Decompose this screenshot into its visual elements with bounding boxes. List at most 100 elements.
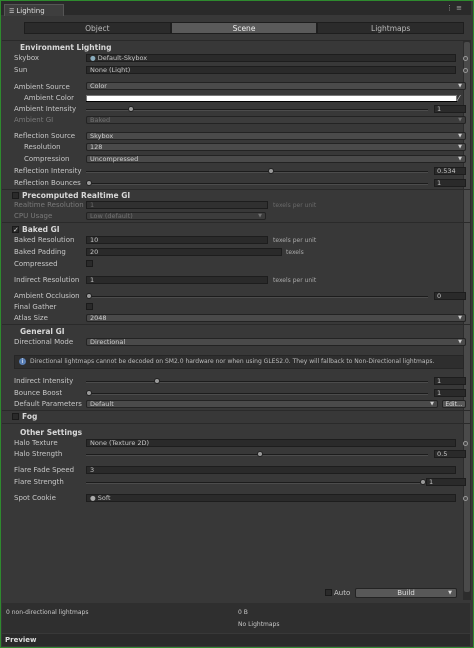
ambient-intensity-slider[interactable] [86, 109, 428, 111]
baked-resolution-unit: texels per unit [273, 237, 317, 244]
compressed-checkbox[interactable] [86, 260, 93, 267]
environment-lighting-heading: Environment Lighting [20, 43, 112, 52]
ambient-occlusion-label: Ambient Occlusion [14, 292, 80, 300]
tab-lightmaps[interactable]: Lightmaps [317, 22, 465, 34]
reflection-intensity-handle[interactable] [268, 168, 274, 174]
texture-icon: ● [90, 494, 98, 502]
compression-label: Compression [24, 155, 70, 163]
realtime-resolution-input[interactable]: 1 [86, 201, 268, 209]
object-picker-icon[interactable] [463, 68, 468, 73]
baked-padding-input[interactable]: 20 [86, 248, 282, 256]
ambient-source-label: Ambient Source [14, 83, 70, 91]
reflection-intensity-label: Reflection Intensity [14, 167, 82, 175]
divider [2, 324, 470, 325]
atlas-size-dropdown[interactable]: 2048 ▼ [86, 314, 466, 322]
cpu-usage-label: CPU Usage [14, 212, 53, 220]
realtime-resolution-label: Realtime Resolution [14, 201, 84, 209]
ambient-intensity-handle[interactable] [128, 106, 134, 112]
halo-strength-label: Halo Strength [14, 450, 63, 458]
final-gather-checkbox[interactable] [86, 303, 93, 310]
ambient-occlusion-slider[interactable] [86, 296, 428, 298]
resolution-label: Resolution [24, 143, 61, 151]
indirect-resolution-unit: texels per unit [273, 277, 317, 284]
tab-scene[interactable]: Scene [170, 22, 318, 34]
indirect-intensity-slider[interactable] [86, 381, 428, 383]
dropdown-arrow-icon: ▼ [458, 83, 462, 89]
reflection-source-dropdown[interactable]: Skybox ▼ [86, 132, 466, 140]
dropdown-arrow-icon: ▼ [458, 156, 462, 162]
baked-gi-heading: Baked GI [22, 225, 60, 234]
baked-resolution-input[interactable]: 10 [86, 236, 268, 244]
title-bar: ☰ Lighting ⋮≡ [1, 1, 471, 16]
object-picker-icon[interactable] [463, 56, 468, 61]
cpu-usage-dropdown[interactable]: Low (default) ▼ [86, 212, 266, 220]
flare-strength-slider[interactable] [86, 482, 420, 484]
ambient-source-dropdown[interactable]: Color ▼ [86, 82, 466, 90]
other-settings-heading: Other Settings [20, 428, 83, 437]
ambient-color-label: Ambient Color [24, 94, 74, 102]
ambient-gi-dropdown[interactable]: Baked ▼ [86, 116, 466, 124]
reflection-bounces-handle[interactable] [86, 180, 92, 186]
indirect-intensity-input[interactable]: 1 [434, 377, 466, 385]
material-icon: ● [90, 54, 98, 62]
reflection-bounces-slider[interactable] [86, 183, 428, 185]
fog-checkbox[interactable] [12, 413, 19, 420]
ambient-occlusion-input[interactable]: 0 [434, 292, 466, 300]
bounce-boost-input[interactable]: 1 [434, 389, 466, 397]
halo-strength-handle[interactable] [257, 451, 263, 457]
ambient-occlusion-handle[interactable] [86, 293, 92, 299]
bounce-boost-slider[interactable] [86, 393, 428, 395]
flare-fade-speed-label: Flare Fade Speed [14, 466, 75, 474]
halo-strength-input[interactable]: 0.5 [434, 450, 466, 458]
flare-fade-speed-input[interactable]: 3 [86, 466, 456, 474]
mode-toolbar: Object Scene Lightmaps [24, 22, 465, 34]
edit-button[interactable]: Edit... [442, 400, 466, 408]
indirect-resolution-label: Indirect Resolution [14, 276, 80, 284]
indirect-resolution-input[interactable]: 1 [86, 276, 268, 284]
indirect-intensity-handle[interactable] [154, 378, 160, 384]
dropdown-arrow-icon: ▼ [430, 401, 434, 407]
reflection-intensity-input[interactable]: 0.534 [434, 167, 466, 175]
default-parameters-dropdown[interactable]: Default ▼ [86, 400, 438, 408]
object-picker-icon[interactable] [463, 441, 468, 446]
divider [2, 40, 470, 41]
compressed-label: Compressed [14, 260, 58, 268]
baked-padding-label: Baked Padding [14, 248, 66, 256]
baked-gi-checkbox[interactable]: ✓ [12, 226, 19, 234]
build-button[interactable]: Build ▼ [355, 588, 457, 598]
lighting-tab[interactable]: ☰ Lighting [4, 4, 64, 16]
no-lightmaps-text: No Lightmaps [238, 621, 280, 628]
directional-mode-dropdown[interactable]: Directional ▼ [86, 338, 466, 346]
spot-cookie-field[interactable]: ● Soft [86, 494, 456, 502]
directional-mode-label: Directional Mode [14, 338, 74, 346]
bounce-boost-label: Bounce Boost [14, 389, 63, 397]
ambient-intensity-input[interactable]: 1 [434, 105, 466, 113]
sun-field[interactable]: None (Light) [86, 66, 456, 74]
spot-cookie-label: Spot Cookie [14, 494, 56, 502]
lightmap-size: 0 B [238, 609, 248, 616]
bounce-boost-handle[interactable] [86, 390, 92, 396]
compression-dropdown[interactable]: Uncompressed ▼ [86, 155, 466, 163]
flare-strength-label: Flare Strength [14, 478, 64, 486]
halo-texture-field[interactable]: None (Texture 2D) [86, 439, 456, 447]
dropdown-arrow-icon: ▼ [258, 213, 262, 219]
eyedropper-icon[interactable]: ⁄ [458, 94, 459, 103]
resolution-dropdown[interactable]: 128 ▼ [86, 143, 466, 151]
sun-label: Sun [14, 66, 28, 74]
realtime-resolution-unit: texels per unit [273, 202, 317, 209]
skybox-field[interactable]: ● Default-Skybox [86, 54, 456, 62]
realtime-gi-checkbox[interactable] [12, 192, 19, 199]
divider [2, 189, 470, 190]
auto-checkbox[interactable] [325, 589, 332, 596]
divider [2, 222, 470, 223]
info-icon: i [19, 358, 26, 365]
window-options-icon[interactable]: ⋮≡ [446, 4, 465, 12]
flare-strength-input[interactable]: 1 [426, 478, 466, 486]
preview-bar[interactable]: Preview [2, 634, 470, 646]
dropdown-arrow-icon: ▼ [458, 144, 462, 150]
auto-label: Auto [334, 589, 351, 597]
object-picker-icon[interactable] [463, 496, 468, 501]
reflection-bounces-input[interactable]: 1 [434, 179, 466, 187]
tab-object[interactable]: Object [24, 22, 171, 34]
reflection-intensity-slider[interactable] [86, 171, 428, 173]
